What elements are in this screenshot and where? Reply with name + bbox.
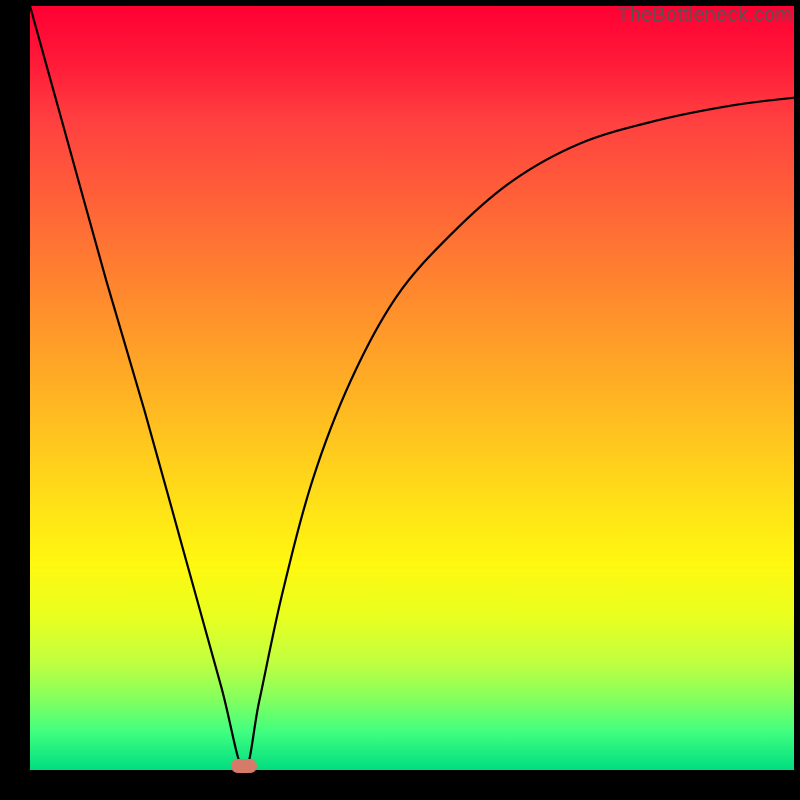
plot-area xyxy=(30,6,794,770)
chart-stage: TheBottleneck.com xyxy=(0,0,800,800)
curve-path xyxy=(30,6,794,770)
curve-svg xyxy=(30,6,794,770)
min-marker xyxy=(231,759,257,773)
watermark-text: TheBottleneck.com xyxy=(617,4,792,27)
